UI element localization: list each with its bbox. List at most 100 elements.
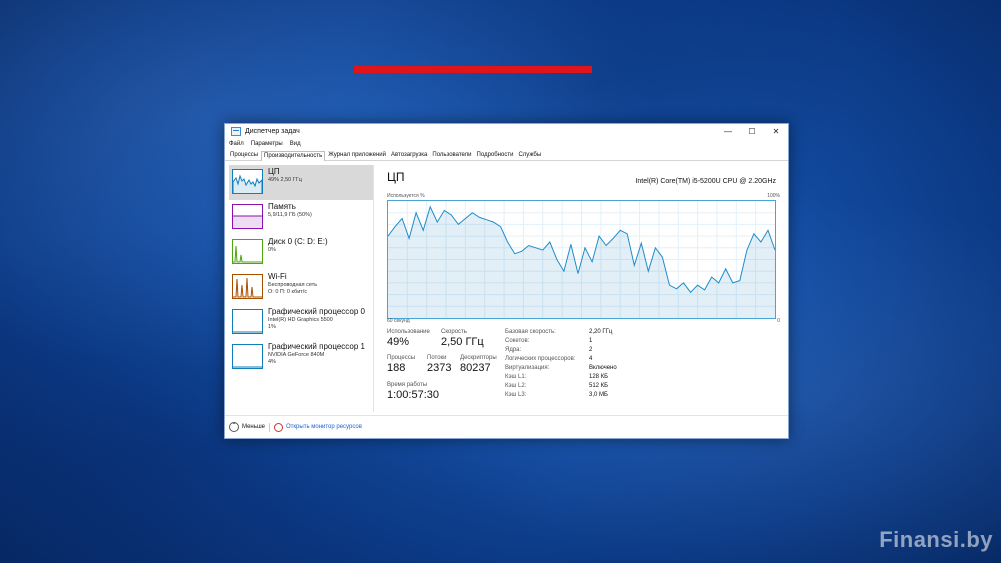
detail-value: Включено [589, 365, 617, 371]
sidebar-item-disk[interactable]: Диск 0 (C: D: E:) 0% [229, 235, 373, 270]
sidebar-item-sub: 0% [268, 247, 276, 253]
wifi-thumbnail [232, 274, 263, 299]
detail-value: 128 КБ [589, 374, 609, 380]
menu-options[interactable]: Параметры [251, 141, 283, 147]
detail-row: Базовая скорость: 2,20 ГГц [505, 328, 617, 337]
cpu-usage-graph [387, 200, 776, 319]
sidebar-item-gpu0[interactable]: Графический процессор 0 Intel(R) HD Grap… [229, 305, 373, 340]
sidebar-item-memory[interactable]: Память 5,9/11,9 ГБ (50%) [229, 200, 373, 235]
menu-bar: Файл Параметры Вид [225, 138, 788, 149]
graph-max: 100% [767, 193, 780, 199]
stat-threads: Потоки 2373 [427, 354, 451, 375]
stat-processes: Процессы 188 [387, 354, 415, 375]
handles-label: Дескрипторы [460, 355, 497, 361]
sidebar-item-sub2: 4% [268, 359, 276, 365]
sidebar-item-sub: NVIDIA GeForce 840M [268, 352, 325, 358]
memory-thumbnail [232, 204, 263, 229]
resource-monitor-icon [274, 422, 283, 432]
chevron-up-icon: ⌃ [229, 422, 239, 432]
stat-uptime: Время работы 1:00:57:30 [387, 381, 439, 402]
detail-row: Ядра: 2 [505, 346, 617, 355]
sidebar-item-label: Wi-Fi [268, 272, 287, 281]
detail-value: 2,20 ГГц [589, 329, 613, 335]
detail-key: Сокетов: [505, 338, 530, 344]
stat-usage: Использование 49% [387, 328, 430, 349]
detail-value: 2 [589, 347, 593, 353]
resource-monitor-link[interactable]: Открыть монитор ресурсов [274, 422, 362, 432]
sidebar-item-sub2: О: 0 П: 0 кбит/с [268, 289, 308, 295]
fewer-details-label: Меньше [242, 424, 265, 430]
sidebar-item-sub: Беспроводная сеть [268, 282, 318, 288]
detail-key: Ядра: [505, 347, 522, 353]
uptime-label: Время работы [387, 382, 428, 388]
sidebar-item-sub: Intel(R) HD Graphics 5500 [268, 317, 333, 323]
task-manager-icon [231, 126, 241, 136]
close-button[interactable]: ✕ [764, 127, 788, 136]
detail-key: Кэш L3: [505, 392, 527, 398]
graph-min: 0 [777, 318, 780, 324]
graph-label: Используется % [387, 193, 425, 199]
sidebar-item-sub: 49% 2,50 ГГц [268, 177, 302, 183]
footer-bar: ⌃ Меньше Открыть монитор ресурсов [225, 415, 788, 438]
threads-value: 2373 [427, 362, 452, 374]
detail-value: 512 КБ [589, 383, 609, 389]
watermark: Finansi.by [879, 527, 993, 552]
fewer-details-button[interactable]: ⌃ Меньше [229, 422, 265, 432]
detail-row: Виртуализация: Включено [505, 364, 617, 373]
sidebar-item-label: Диск 0 (C: D: E:) [268, 237, 328, 246]
detail-row: Сокетов: 1 [505, 337, 617, 346]
uptime-value: 1:00:57:30 [387, 389, 439, 401]
detail-value: 1 [589, 338, 593, 344]
tab-performance[interactable]: Производительность [261, 151, 326, 161]
sidebar-item-label: Графический процессор 0 [268, 307, 365, 316]
footer-divider [269, 422, 270, 432]
tab-users[interactable]: Пользователи [430, 151, 473, 160]
tab-app-history[interactable]: Журнал приложений [326, 151, 388, 160]
stat-speed: Скорость 2,50 ГГц [441, 328, 484, 349]
usage-label: Использование [387, 329, 430, 335]
processes-label: Процессы [387, 355, 416, 361]
title-bar: Диспетчер задач — ☐ ✕ [225, 124, 788, 138]
detail-value: 3,0 МБ [589, 392, 608, 398]
highlight-bar [354, 66, 592, 73]
tab-services[interactable]: Службы [516, 151, 543, 160]
detail-row: Кэш L3: 3,0 МБ [505, 391, 617, 400]
cpu-thumbnail [232, 169, 263, 194]
detail-key: Кэш L2: [505, 383, 527, 389]
tab-startup[interactable]: Автозагрузка [389, 151, 429, 160]
cpu-panel: ЦП Intel(R) Core(TM) i5-5200U CPU @ 2.20… [387, 170, 782, 410]
speed-value: 2,50 ГГц [441, 336, 484, 348]
resource-sidebar: ЦП 49% 2,50 ГГц Память 5,9/11,9 ГБ (50%)… [229, 165, 374, 412]
resource-monitor-label: Открыть монитор ресурсов [286, 424, 362, 430]
detail-key: Логических процессоров: [505, 356, 576, 362]
maximize-button[interactable]: ☐ [740, 127, 764, 136]
cpu-details: Базовая скорость: 2,20 ГГц Сокетов: 1 Ядра… [505, 328, 617, 400]
cpu-usage-chart [387, 201, 776, 318]
cpu-model: Intel(R) Core(TM) i5-5200U CPU @ 2.20GHz [635, 178, 776, 185]
sidebar-item-label: Графический процессор 1 [268, 342, 365, 351]
task-manager-window: Диспетчер задач — ☐ ✕ Файл Параметры Вид… [224, 123, 789, 439]
sidebar-item-sub: 5,9/11,9 ГБ (50%) [268, 212, 312, 218]
usage-value: 49% [387, 336, 410, 348]
minimize-button[interactable]: — [716, 127, 740, 136]
tab-details[interactable]: Подробности [475, 151, 516, 160]
handles-value: 80237 [460, 362, 491, 374]
sidebar-item-wifi[interactable]: Wi-Fi Беспроводная сеть О: 0 П: 0 кбит/с [229, 270, 373, 305]
menu-file[interactable]: Файл [229, 141, 244, 147]
disk-thumbnail [232, 239, 263, 264]
sidebar-item-label: Память [268, 202, 296, 211]
detail-value: 4 [589, 356, 593, 362]
detail-key: Кэш L1: [505, 374, 527, 380]
gpu0-thumbnail [232, 309, 263, 334]
window-title: Диспетчер задач [245, 127, 300, 135]
sidebar-item-sub2: 1% [268, 324, 276, 330]
stat-handles: Дескрипторы 80237 [460, 354, 497, 375]
sidebar-item-label: ЦП [268, 167, 280, 176]
menu-view[interactable]: Вид [290, 141, 301, 147]
tab-processes[interactable]: Процессы [228, 151, 260, 160]
detail-key: Виртуализация: [505, 365, 550, 371]
sidebar-item-cpu[interactable]: ЦП 49% 2,50 ГГц [229, 165, 373, 200]
graph-time-label: 60 секунд [387, 318, 410, 324]
sidebar-item-gpu1[interactable]: Графический процессор 1 NVIDIA GeForce 8… [229, 340, 373, 375]
detail-row: Кэш L1: 128 КБ [505, 373, 617, 382]
